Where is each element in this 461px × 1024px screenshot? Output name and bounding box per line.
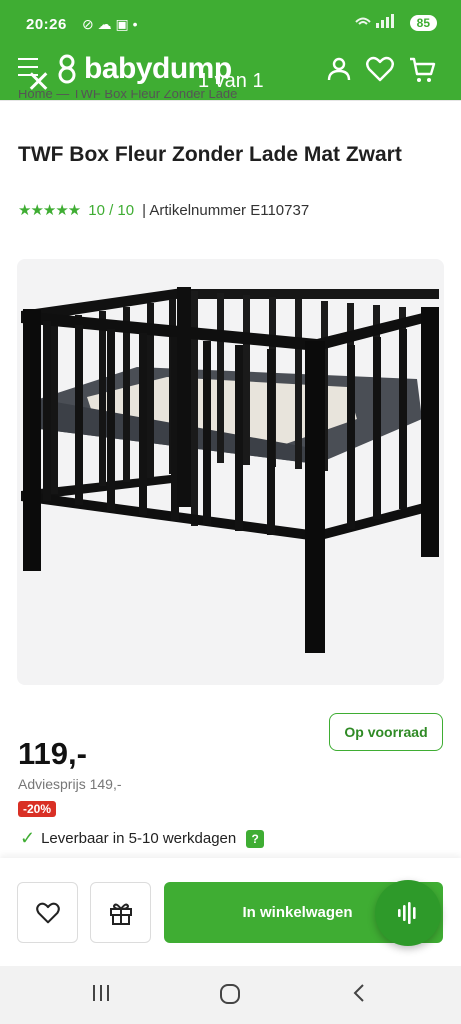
rating-score[interactable]: 10 / 10 <box>88 202 134 219</box>
playpen-illustration <box>21 287 439 653</box>
status-right: 85 <box>354 14 437 31</box>
shopping-cart-icon[interactable] <box>408 56 436 89</box>
status-bar: 20:26 ⊘ ☁ ▣ • 85 <box>0 10 461 40</box>
product-price: 119,- <box>18 736 87 771</box>
signal-icon <box>354 14 404 31</box>
content-divider <box>0 100 461 132</box>
check-icon: ✓ <box>20 828 36 848</box>
nav-row: ✕ babydump 1 van 1 <box>0 48 461 98</box>
delivery-info: ✓ Leverbaar in 5-10 werkdagen ? <box>20 828 265 849</box>
help-icon[interactable]: ? <box>246 829 265 848</box>
notification-icons: ⊘ ☁ ▣ • <box>82 16 138 32</box>
delivery-text: Leverbaar in 5-10 werkdagen <box>41 830 237 847</box>
recent-apps-icon[interactable] <box>90 982 112 1009</box>
back-icon[interactable] <box>348 982 370 1009</box>
wishlist-heart-icon[interactable] <box>366 56 394 87</box>
rating-row: ★★★★★ 10 / 10 | Artikelnummer E110737 <box>18 201 310 220</box>
gift-icon <box>109 903 132 925</box>
add-to-wishlist-button[interactable] <box>17 882 78 943</box>
logo-mark-icon <box>58 54 76 84</box>
battery-badge: 85 <box>409 14 437 31</box>
system-navigation-bar <box>0 966 461 1024</box>
app-header: 20:26 ⊘ ☁ ▣ • 85 ✕ babydump 1 van 1 <box>0 0 461 100</box>
product-image[interactable] <box>17 259 444 685</box>
product-title: TWF Box Fleur Zonder Lade Mat Zwart <box>18 143 402 166</box>
gift-list-button[interactable] <box>90 882 151 943</box>
heart-icon <box>35 902 60 923</box>
advice-price: Adviesprijs 149,- <box>18 776 122 792</box>
stock-status-badge: Op voorraad <box>329 713 443 751</box>
article-number: | Artikelnummer E110737 <box>142 201 310 219</box>
voice-assistant-button[interactable] <box>375 880 441 946</box>
discount-badge: -20% <box>18 801 57 817</box>
status-time: 20:26 <box>26 16 67 33</box>
account-icon[interactable] <box>326 56 352 87</box>
home-icon[interactable] <box>218 982 242 1011</box>
voice-wave-icon <box>398 902 416 924</box>
rating-stars-icon[interactable]: ★★★★★ <box>18 201 81 219</box>
